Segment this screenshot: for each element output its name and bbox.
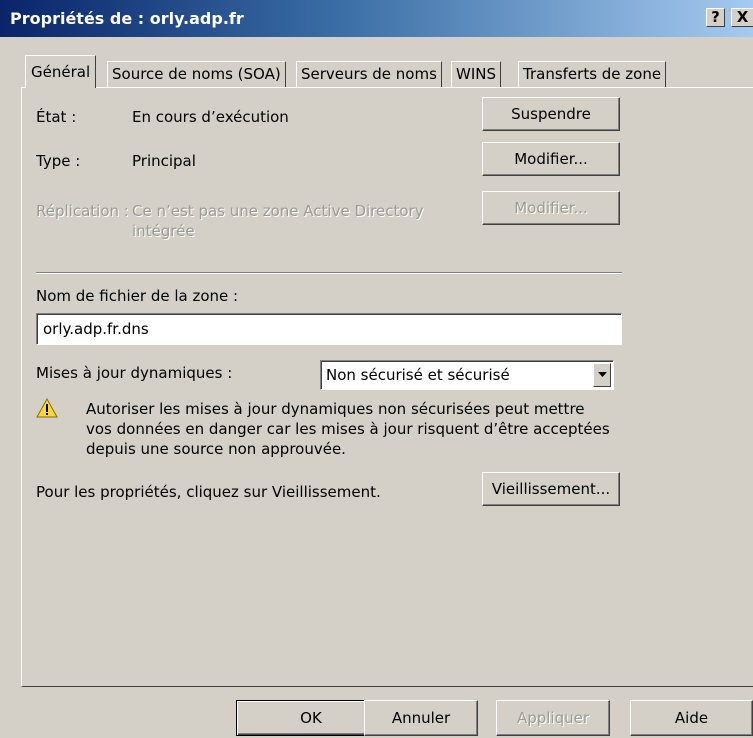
insecure-updates-warning: Autoriser les mises à jour dynamiques no… bbox=[86, 399, 626, 459]
title-bar: Propriétés de : orly.adp.fr ? X bbox=[0, 0, 753, 37]
dialog-window: Propriétés de : orly.adp.fr ? X Général … bbox=[0, 0, 753, 738]
tab-name-servers[interactable]: Serveurs de noms bbox=[296, 61, 442, 87]
warning-line-3: depuis une source non approuvée. bbox=[86, 440, 346, 458]
help-title-button[interactable]: ? bbox=[706, 8, 725, 27]
replication-label: Réplication : bbox=[36, 202, 129, 220]
cancel-button[interactable]: Annuler bbox=[364, 700, 478, 736]
window-title: Propriétés de : orly.adp.fr bbox=[10, 9, 244, 28]
apply-button[interactable]: Appliquer bbox=[496, 700, 610, 736]
warning-triangle-icon bbox=[36, 397, 58, 422]
replication-value-line1: Ce n’est pas une zone Active Directory bbox=[132, 202, 424, 220]
warning-line-1: Autoriser les mises à jour dynamiques no… bbox=[86, 400, 585, 418]
dynamic-updates-selected-value: Non sécurisé et sécurisé bbox=[326, 366, 510, 384]
section-divider bbox=[36, 272, 622, 274]
warning-line-2: vos données en danger car les mises à jo… bbox=[86, 420, 610, 438]
zone-file-input[interactable]: orly.adp.fr.dns bbox=[36, 313, 622, 345]
type-label: Type : bbox=[36, 152, 81, 170]
type-value: Principal bbox=[132, 152, 196, 170]
tab-zone-transfers[interactable]: Transferts de zone bbox=[518, 61, 667, 87]
tab-general[interactable]: Général bbox=[25, 55, 97, 88]
aging-button[interactable]: Vieillissement... bbox=[482, 472, 620, 506]
replication-value-line2: intégrée bbox=[132, 222, 195, 240]
dynamic-updates-select[interactable]: Non sécurisé et sécurisé bbox=[320, 360, 614, 390]
close-title-button[interactable]: X bbox=[731, 8, 753, 27]
state-label: État : bbox=[36, 108, 77, 126]
state-value: En cours d’exécution bbox=[132, 108, 289, 126]
zone-file-label: Nom de fichier de la zone : bbox=[36, 287, 239, 305]
replication-modify-button[interactable]: Modifier... bbox=[482, 191, 620, 225]
aging-hint: Pour les propriétés, cliquez sur Vieilli… bbox=[36, 483, 381, 501]
tab-soa[interactable]: Source de noms (SOA) bbox=[107, 61, 286, 87]
suspend-button[interactable]: Suspendre bbox=[482, 97, 620, 131]
tab-wins[interactable]: WINS bbox=[451, 61, 501, 87]
dynamic-updates-label: Mises à jour dynamiques : bbox=[36, 364, 233, 382]
help-button[interactable]: Aide bbox=[630, 700, 753, 736]
type-modify-button[interactable]: Modifier... bbox=[482, 142, 620, 176]
chevron-down-icon[interactable] bbox=[593, 363, 611, 387]
